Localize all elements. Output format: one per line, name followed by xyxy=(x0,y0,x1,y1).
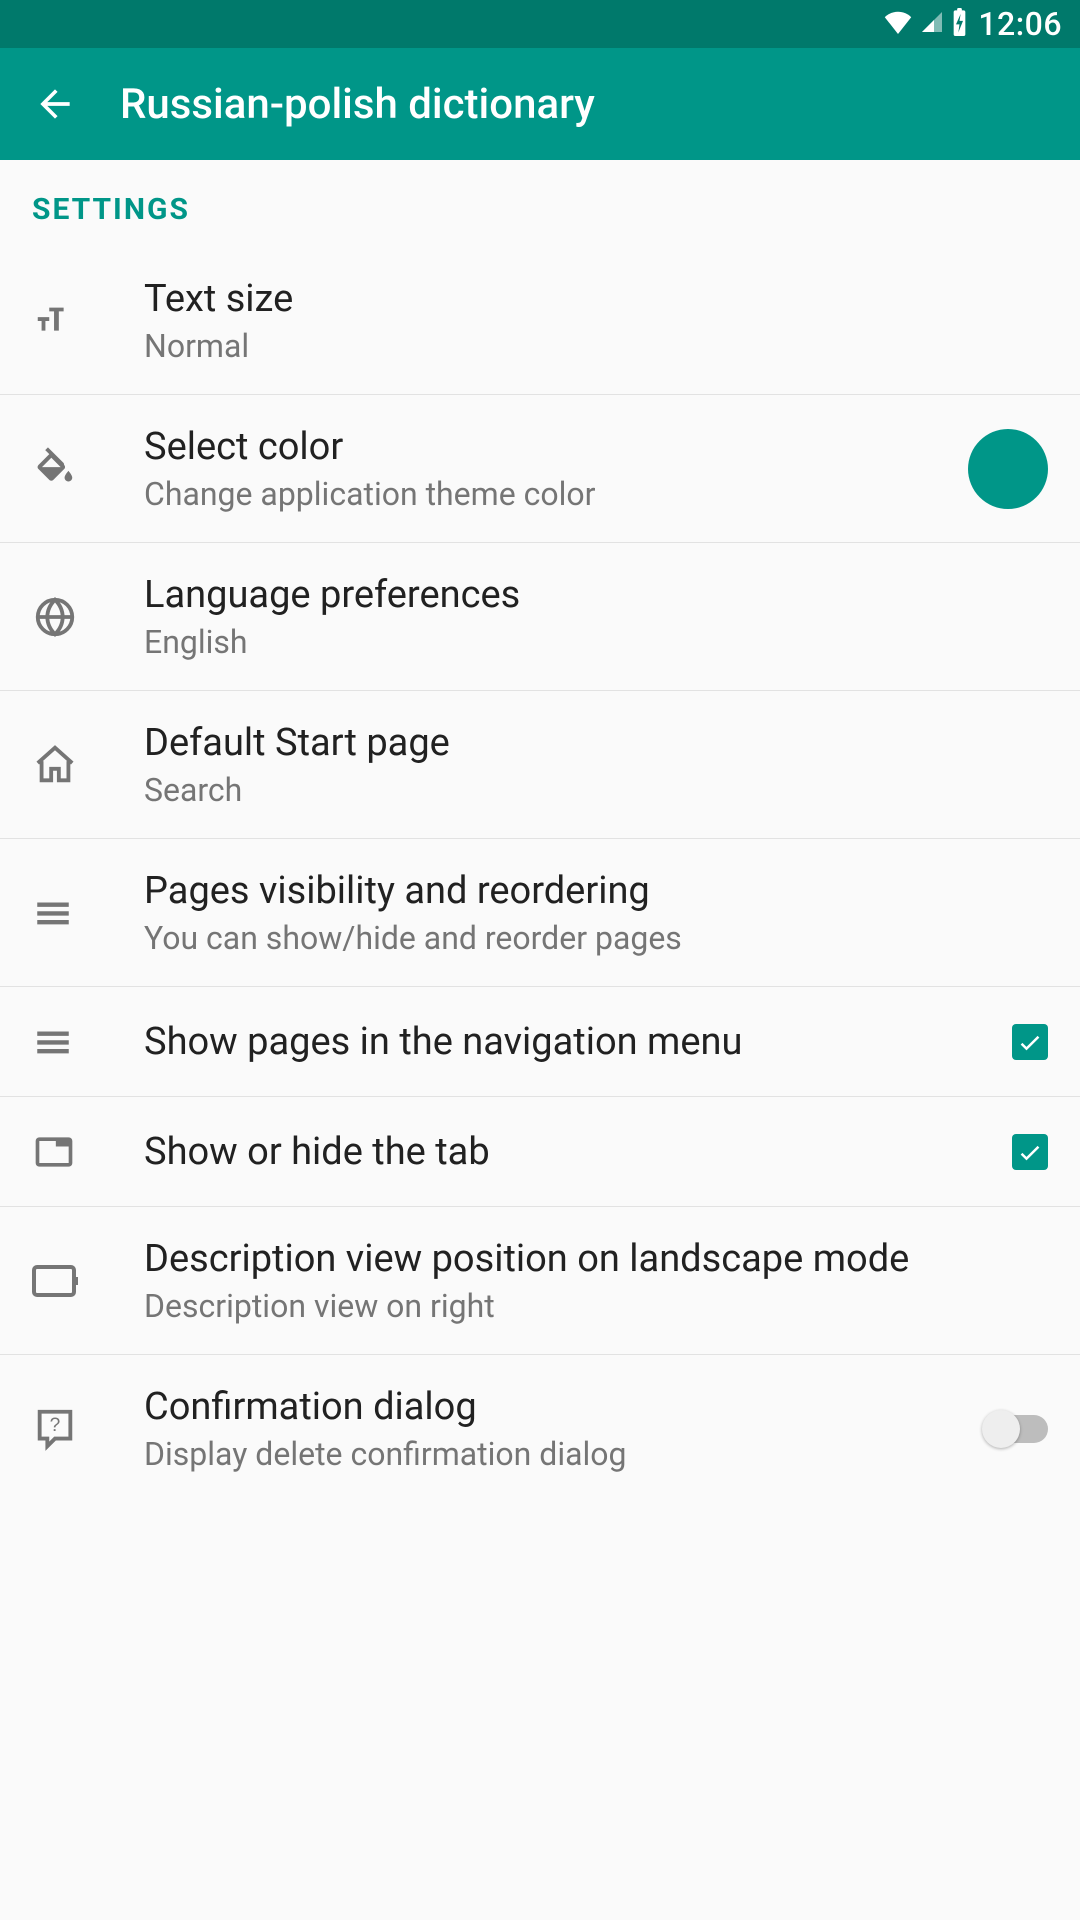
row-subtitle: English xyxy=(144,623,1048,661)
battery-charging-icon xyxy=(951,8,968,40)
section-header: SETTINGS xyxy=(0,160,1080,247)
row-language[interactable]: Language preferences English xyxy=(0,543,1080,691)
row-title: Text size xyxy=(144,277,1048,321)
row-subtitle: Change application theme color xyxy=(144,475,948,513)
menu-icon xyxy=(32,1021,144,1063)
home-icon xyxy=(32,742,144,788)
row-subtitle: Search xyxy=(144,771,1048,809)
row-subtitle: Display delete confirmation dialog xyxy=(144,1435,948,1473)
app-bar: Russian-polish dictionary xyxy=(0,48,1080,160)
back-button[interactable] xyxy=(20,69,90,139)
switch-thumb xyxy=(982,1410,1020,1448)
row-title: Show or hide the tab xyxy=(144,1130,948,1174)
row-landscape[interactable]: Description view position on landscape m… xyxy=(0,1207,1080,1355)
checkbox-show-nav[interactable] xyxy=(1012,1024,1048,1060)
arrow-left-icon xyxy=(33,82,77,126)
globe-icon xyxy=(32,594,144,640)
row-subtitle: Normal xyxy=(144,327,1048,365)
switch-confirmation[interactable] xyxy=(984,1415,1048,1443)
cellular-icon xyxy=(919,10,945,38)
checkbox-show-tab[interactable] xyxy=(1012,1134,1048,1170)
page-title: Russian-polish dictionary xyxy=(120,80,595,129)
row-title: Description view position on landscape m… xyxy=(144,1237,1048,1281)
status-icons xyxy=(883,8,968,40)
row-subtitle: Description view on right xyxy=(144,1287,1048,1325)
row-pages-visibility[interactable]: Pages visibility and reordering You can … xyxy=(0,839,1080,987)
row-select-color[interactable]: Select color Change application theme co… xyxy=(0,395,1080,543)
check-icon xyxy=(1016,1028,1044,1056)
settings-list: SETTINGS Text size Normal Select color C… xyxy=(0,160,1080,1503)
help-bubble-icon: ? xyxy=(32,1406,144,1452)
wifi-icon xyxy=(883,10,913,38)
row-confirmation[interactable]: ? Confirmation dialog Display delete con… xyxy=(0,1355,1080,1503)
row-title: Language preferences xyxy=(144,573,1048,617)
row-start-page[interactable]: Default Start page Search xyxy=(0,691,1080,839)
status-bar: 12:06 xyxy=(0,0,1080,48)
row-title: Confirmation dialog xyxy=(144,1385,948,1429)
check-icon xyxy=(1016,1138,1044,1166)
row-title: Default Start page xyxy=(144,721,1048,765)
text-size-icon xyxy=(32,298,144,344)
row-title: Select color xyxy=(144,425,948,469)
status-time: 12:06 xyxy=(978,5,1062,43)
row-title: Pages visibility and reordering xyxy=(144,869,1048,913)
row-subtitle: You can show/hide and reorder pages xyxy=(144,919,1048,957)
menu-icon xyxy=(32,892,144,934)
landscape-icon xyxy=(32,1263,144,1299)
row-show-nav[interactable]: Show pages in the navigation menu xyxy=(0,987,1080,1097)
row-title: Show pages in the navigation menu xyxy=(144,1020,948,1064)
theme-color-swatch xyxy=(968,429,1048,509)
row-show-tab[interactable]: Show or hide the tab xyxy=(0,1097,1080,1207)
svg-text:?: ? xyxy=(50,1415,61,1436)
row-text-size[interactable]: Text size Normal xyxy=(0,247,1080,395)
tab-icon xyxy=(32,1130,144,1174)
paint-bucket-icon xyxy=(32,446,144,492)
